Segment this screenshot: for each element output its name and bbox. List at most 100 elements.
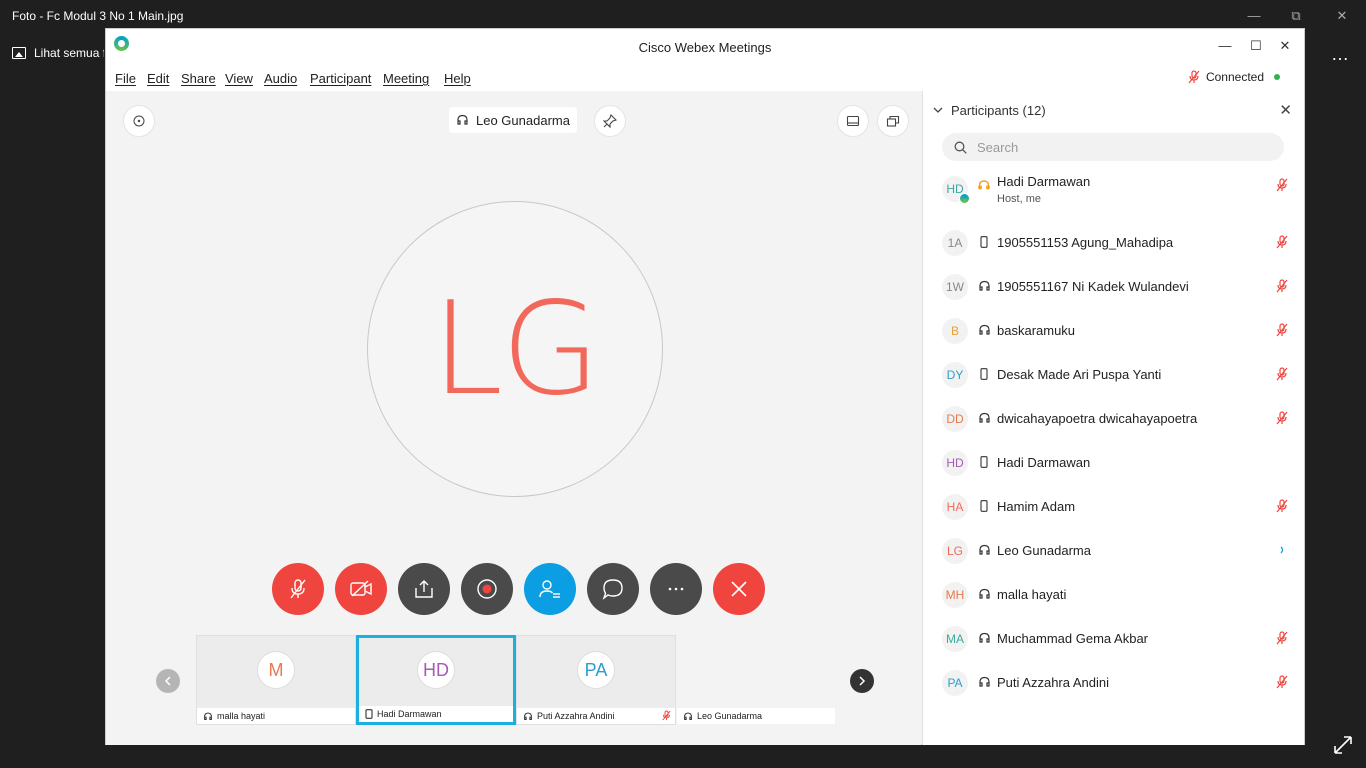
menu-meeting[interactable]: Meeting: [383, 71, 429, 86]
filmstrip-tile[interactable]: M malla hayati: [196, 635, 356, 725]
participant-row[interactable]: HA Hamim Adam: [923, 485, 1304, 529]
tile-name: Puti Azzahra Andini: [537, 711, 615, 721]
participant-row[interactable]: MH malla hayati: [923, 573, 1304, 617]
unmute-button[interactable]: [272, 563, 324, 615]
filmstrip-prev-button[interactable]: [156, 669, 180, 693]
menu-edit[interactable]: Edit: [147, 71, 169, 86]
participant-initials: HA: [946, 500, 964, 514]
muted-mic-icon[interactable]: [1276, 235, 1288, 249]
close-button[interactable]: ✕: [1276, 38, 1294, 54]
tile-name: Hadi Darmawan: [377, 709, 442, 719]
participants-button[interactable]: [524, 563, 576, 615]
photos-close-button[interactable]: ✕: [1332, 8, 1352, 24]
participants-panel-header[interactable]: Participants (12): [933, 103, 1046, 118]
share-content-button[interactable]: [398, 563, 450, 615]
filmstrip-tile[interactable]: PA Puti Azzahra Andini: [516, 635, 676, 725]
minimize-button[interactable]: —: [1216, 38, 1234, 53]
participant-avatar: B: [942, 318, 968, 344]
participant-row[interactable]: 1A 1905551153 Agung_Mahadipa: [923, 221, 1304, 265]
filmstrip-next-button[interactable]: [850, 669, 874, 693]
tile-initials: PA: [584, 659, 608, 680]
participant-avatar: LG: [942, 538, 968, 564]
headset-icon: [977, 587, 991, 601]
participant-row[interactable]: Bbaskaramuku: [923, 309, 1304, 353]
tile-label: Puti Azzahra Andini: [517, 708, 675, 724]
active-speaker-tag: Leo Gunadarma: [449, 107, 577, 133]
host-headset-icon: [977, 178, 991, 192]
participant-name: Muchammad Gema Akbar: [997, 631, 1149, 646]
menu-help[interactable]: Help: [444, 71, 471, 86]
meeting-controls: [272, 563, 765, 615]
participant-row[interactable]: LG Leo Gunadarma: [923, 529, 1304, 573]
layout-button[interactable]: [837, 105, 869, 137]
participant-initials: MA: [946, 632, 964, 646]
multiple-windows-button[interactable]: [877, 105, 909, 137]
participant-name: Hadi Darmawan: [997, 455, 1091, 470]
see-all-photos-button[interactable]: Lihat semua foto: [12, 46, 104, 60]
muted-mic-icon[interactable]: [1276, 178, 1288, 192]
filmstrip-tile[interactable]: Leo Gunadarma: [676, 635, 836, 725]
tile-name: malla hayati: [217, 711, 266, 721]
tile-avatar: HD: [417, 651, 455, 689]
photos-minimize-button[interactable]: —: [1244, 8, 1264, 23]
participant-row[interactable]: HD Hadi Darmawan: [923, 441, 1304, 485]
tile-label: Leo Gunadarma: [677, 708, 835, 724]
participants-title: Participants (12): [951, 103, 1046, 118]
start-video-button[interactable]: [335, 563, 387, 615]
muted-mic-icon: [662, 710, 671, 721]
muted-mic-icon[interactable]: [1276, 411, 1288, 425]
close-icon: [731, 581, 747, 597]
speaking-indicator-icon: [1276, 543, 1288, 557]
muted-mic-icon[interactable]: [1276, 675, 1288, 689]
connection-status[interactable]: Connected: [1188, 70, 1280, 84]
chevron-down-icon: [933, 107, 943, 113]
chevron-left-icon: [164, 676, 171, 686]
participant-name: Leo Gunadarma: [997, 543, 1091, 558]
chat-button[interactable]: [587, 563, 639, 615]
muted-mic-icon[interactable]: [1276, 323, 1288, 337]
menu-share[interactable]: Share: [181, 71, 216, 86]
webex-window: Cisco Webex Meetings — ☐ ✕ File Edit Sha…: [105, 28, 1305, 745]
participant-row[interactable]: HD Hadi Darmawan Host, me: [923, 169, 1304, 221]
close-panel-button[interactable]: ✕: [1279, 101, 1292, 119]
pin-speaker-button[interactable]: [594, 105, 626, 137]
muted-mic-icon[interactable]: [1276, 631, 1288, 645]
menu-view[interactable]: View: [225, 71, 253, 86]
participant-avatar: HD: [942, 450, 968, 476]
participant-name: baskaramuku: [997, 323, 1076, 338]
more-options-button[interactable]: [650, 563, 702, 615]
active-speaker-initials: LG: [431, 274, 600, 424]
muted-mic-icon[interactable]: [1276, 279, 1288, 293]
participant-row[interactable]: MA Muchammad Gema Akbar: [923, 617, 1304, 661]
tile-name: Leo Gunadarma: [697, 711, 763, 721]
filmstrip-tile[interactable]: HD Hadi Darmawan: [356, 635, 516, 725]
photos-restore-button[interactable]: ⧉: [1286, 8, 1306, 24]
meeting-info-button[interactable]: [123, 105, 155, 137]
participant-search[interactable]: [942, 133, 1284, 161]
active-speaker-name: Leo Gunadarma: [476, 112, 570, 128]
participant-name: Desak Made Ari Puspa Yanti: [997, 367, 1162, 382]
fullscreen-icon[interactable]: [1332, 734, 1354, 756]
participant-row[interactable]: DD dwicahayapoetra dwicahayapoetra: [923, 397, 1304, 441]
chat-icon: [602, 579, 623, 600]
maximize-button[interactable]: ☐: [1247, 38, 1265, 54]
participant-name: 1905551153 Agung_Mahadipa: [997, 235, 1174, 250]
search-input[interactable]: [977, 139, 1257, 155]
participant-row[interactable]: DY Desak Made Ari Puspa Yanti: [923, 353, 1304, 397]
menu-audio[interactable]: Audio: [264, 71, 297, 86]
menu-file[interactable]: File: [115, 71, 136, 86]
participant-avatar: MA: [942, 626, 968, 652]
headset-icon: [977, 631, 991, 645]
leave-meeting-button[interactable]: [713, 563, 765, 615]
record-button[interactable]: [461, 563, 513, 615]
more-options-icon[interactable]: …: [1331, 44, 1350, 65]
menu-participant[interactable]: Participant: [310, 71, 371, 86]
headset-icon: [977, 411, 991, 425]
headset-icon: [977, 323, 991, 337]
tile-avatar: M: [257, 651, 295, 689]
muted-mic-icon[interactable]: [1276, 367, 1288, 381]
participant-row[interactable]: PA Puti Azzahra Andini: [923, 661, 1304, 705]
participant-row[interactable]: 1W 1905551167 Ni Kadek Wulandevi: [923, 265, 1304, 309]
muted-mic-icon[interactable]: [1276, 499, 1288, 513]
tile-label: Hadi Darmawan: [359, 706, 513, 722]
